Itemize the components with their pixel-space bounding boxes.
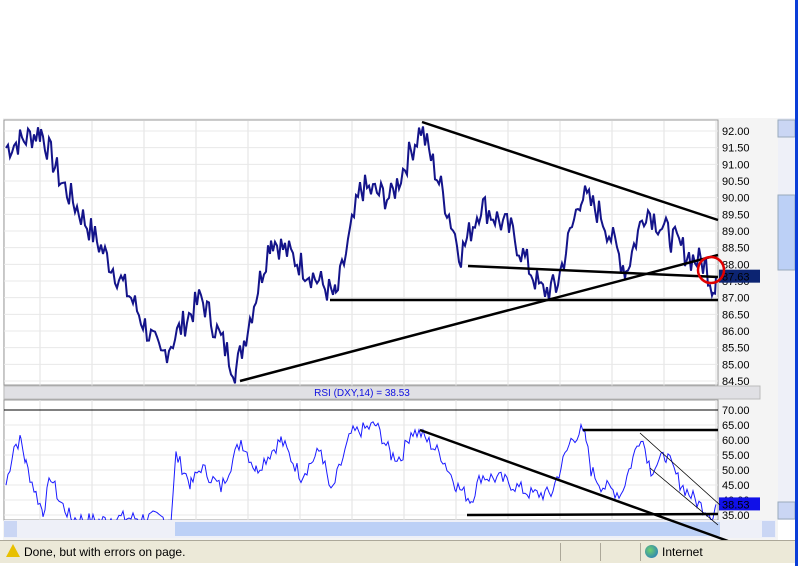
vertical-scroll-thumb[interactable]	[777, 194, 796, 271]
y-tick-label: 88.50	[722, 243, 750, 255]
warning-icon[interactable]	[6, 544, 20, 557]
horizontal-scroll-thumb[interactable]	[175, 522, 720, 536]
y-tick-label: 89.00	[722, 226, 750, 238]
y-tick-label: 92.00	[722, 126, 750, 138]
y-tick-label: 89.50	[722, 209, 750, 221]
status-message: Done, but with errors on page.	[24, 545, 186, 559]
y-tick-label: 55.00	[722, 450, 750, 462]
scroll-down-button[interactable]	[777, 501, 796, 520]
y-tick-label: 86.50	[722, 309, 750, 321]
y-tick-label: 91.00	[722, 159, 750, 171]
y-tick-label: 88.00	[722, 259, 750, 271]
price-panel	[3, 119, 719, 386]
y-tick-label: 65.00	[722, 420, 750, 432]
scroll-right-button[interactable]	[762, 521, 775, 537]
status-bar: Done, but with errors on page. Internet	[0, 540, 795, 563]
scroll-left-button[interactable]	[4, 521, 17, 537]
security-zone: Internet	[662, 545, 703, 559]
y-tick-label: 90.50	[722, 176, 750, 188]
last-value-label: 87.63	[722, 272, 750, 284]
rsi-support-line	[466, 512, 719, 517]
last-value-label: 38.53	[722, 499, 750, 511]
rsi-panel	[3, 399, 719, 521]
y-tick-label: 60.00	[722, 435, 750, 447]
chart-window: 92.00 91.50 91.00 90.50 90.00 89.50 89.00 88.50…	[0, 0, 798, 566]
y-tick-label: 90.00	[722, 193, 750, 205]
scroll-up-button[interactable]	[777, 119, 796, 138]
y-tick-label: 70.00	[722, 405, 750, 417]
y-tick-label: 85.50	[722, 343, 750, 355]
globe-icon	[645, 545, 658, 558]
y-tick-label: 86.00	[722, 326, 750, 338]
y-tick-label: 45.00	[722, 480, 750, 492]
vertical-scrollbar[interactable]	[778, 118, 795, 520]
y-tick-label: 85.00	[722, 359, 750, 371]
rsi-title: RSI (DXY,14) = 38.53	[314, 388, 410, 399]
y-tick-label: 50.00	[722, 465, 750, 477]
y-tick-label: 87.00	[722, 293, 750, 305]
y-tick-label: 91.50	[722, 143, 750, 155]
